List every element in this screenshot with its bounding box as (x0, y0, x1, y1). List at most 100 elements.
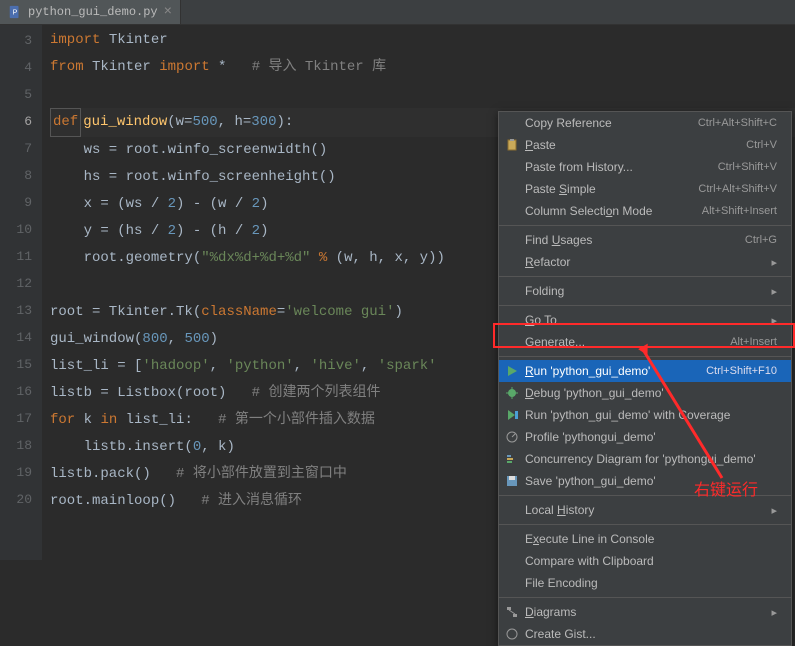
menu-item-compare-with-clipboard[interactable]: Compare with Clipboard (499, 550, 791, 572)
close-icon[interactable]: × (164, 4, 172, 20)
line-number: 9 (0, 189, 32, 216)
menu-item-copy-reference[interactable]: Copy ReferenceCtrl+Alt+Shift+C (499, 112, 791, 134)
blank-icon (503, 312, 521, 328)
gist-icon (503, 626, 521, 642)
context-menu: Copy ReferenceCtrl+Alt+Shift+CPasteCtrl+… (498, 111, 792, 646)
python-file-icon: P (8, 5, 22, 19)
blank-icon (503, 232, 521, 248)
menu-item-label: Column Selection Mode (525, 204, 702, 218)
blank-icon (503, 254, 521, 270)
menu-separator (499, 225, 791, 226)
run-icon (503, 363, 521, 379)
blank-icon (503, 502, 521, 518)
svg-text:P: P (13, 10, 18, 17)
runcov-icon (503, 407, 521, 423)
menu-item-paste[interactable]: PasteCtrl+V (499, 134, 791, 156)
blank-icon (503, 283, 521, 299)
blank-icon (503, 203, 521, 219)
menu-item-label: Generate... (525, 335, 730, 349)
menu-item-label: Go To (525, 313, 771, 327)
menu-separator (499, 276, 791, 277)
menu-item-label: Run 'python_gui_demo' with Coverage (525, 408, 777, 422)
menu-item-file-encoding[interactable]: File Encoding (499, 572, 791, 594)
diagram-icon (503, 604, 521, 620)
menu-item-find-usages[interactable]: Find UsagesCtrl+G (499, 229, 791, 251)
menu-item-profile-pythongui-demo[interactable]: Profile 'pythongui_demo' (499, 426, 791, 448)
profile-icon (503, 429, 521, 445)
menu-item-label: File Encoding (525, 576, 777, 590)
line-number: 20 (0, 486, 32, 513)
menu-item-concurrency-diagram-for-pythongui-demo[interactable]: Concurrency Diagram for 'pythongui_demo' (499, 448, 791, 470)
tab-filename: python_gui_demo.py (28, 5, 158, 19)
menu-item-run-python-gui-demo-with-coverage[interactable]: Run 'python_gui_demo' with Coverage (499, 404, 791, 426)
menu-item-execute-line-in-console[interactable]: Execute Line in Console (499, 528, 791, 550)
menu-item-label: Create Gist... (525, 627, 777, 641)
submenu-arrow-icon: ▸ (771, 314, 777, 327)
menu-item-label: Paste (525, 138, 746, 152)
file-tab[interactable]: P python_gui_demo.py × (0, 0, 181, 24)
menu-item-folding[interactable]: Folding▸ (499, 280, 791, 302)
menu-item-label: Copy Reference (525, 116, 698, 130)
menu-shortcut: Ctrl+Shift+F10 (706, 365, 777, 377)
line-number: 8 (0, 162, 32, 189)
menu-shortcut: Ctrl+Alt+Shift+V (698, 183, 777, 195)
line-number: 3 (0, 27, 32, 54)
menu-shortcut: Alt+Insert (730, 336, 777, 348)
menu-item-label: Diagrams (525, 605, 771, 619)
blank-icon (503, 159, 521, 175)
menu-item-paste-simple[interactable]: Paste SimpleCtrl+Alt+Shift+V (499, 178, 791, 200)
line-number: 6 (0, 108, 32, 135)
line-number: 10 (0, 216, 32, 243)
menu-item-paste-from-history[interactable]: Paste from History...Ctrl+Shift+V (499, 156, 791, 178)
line-number: 12 (0, 270, 32, 297)
line-number: 4 (0, 54, 32, 81)
menu-item-local-history[interactable]: Local History▸ (499, 499, 791, 521)
menu-item-create-gist[interactable]: Create Gist... (499, 623, 791, 645)
paste-icon (503, 137, 521, 153)
menu-separator (499, 305, 791, 306)
menu-item-refactor[interactable]: Refactor▸ (499, 251, 791, 273)
menu-item-go-to[interactable]: Go To▸ (499, 309, 791, 331)
menu-item-label: Debug 'python_gui_demo' (525, 386, 777, 400)
menu-item-label: Paste from History... (525, 160, 718, 174)
line-number: 5 (0, 81, 32, 108)
line-number: 13 (0, 297, 32, 324)
line-number: 16 (0, 378, 32, 405)
line-number: 19 (0, 459, 32, 486)
line-number: 18 (0, 432, 32, 459)
code-line (50, 81, 795, 108)
menu-item-label: Concurrency Diagram for 'pythongui_demo' (525, 452, 777, 466)
code-line: from Tkinter import * # 导入 Tkinter 库 (50, 54, 795, 81)
menu-item-label: Execute Line in Console (525, 532, 777, 546)
menu-separator (499, 356, 791, 357)
submenu-arrow-icon: ▸ (771, 285, 777, 298)
menu-item-label: Local History (525, 503, 771, 517)
menu-separator (499, 524, 791, 525)
submenu-arrow-icon: ▸ (771, 606, 777, 619)
menu-item-label: Refactor (525, 255, 771, 269)
code-line: import Tkinter (50, 27, 795, 54)
menu-item-label: Run 'python_gui_demo' (525, 364, 706, 378)
menu-item-diagrams[interactable]: Diagrams▸ (499, 601, 791, 623)
menu-shortcut: Ctrl+V (746, 139, 777, 151)
blank-icon (503, 334, 521, 350)
line-number: 15 (0, 351, 32, 378)
menu-item-label: Folding (525, 284, 771, 298)
line-number: 17 (0, 405, 32, 432)
annotation-text: 右键运行 (694, 476, 758, 500)
line-number: 14 (0, 324, 32, 351)
menu-item-label: Paste Simple (525, 182, 698, 196)
blank-icon (503, 531, 521, 547)
menu-item-debug-python-gui-demo[interactable]: Debug 'python_gui_demo' (499, 382, 791, 404)
line-number: 11 (0, 243, 32, 270)
menu-shortcut: Ctrl+G (745, 234, 777, 246)
menu-shortcut: Ctrl+Shift+V (718, 161, 777, 173)
menu-shortcut: Alt+Shift+Insert (702, 205, 777, 217)
blank-icon (503, 575, 521, 591)
concur-icon (503, 451, 521, 467)
menu-separator (499, 597, 791, 598)
menu-item-generate[interactable]: Generate...Alt+Insert (499, 331, 791, 353)
menu-item-run-python-gui-demo[interactable]: Run 'python_gui_demo'Ctrl+Shift+F10 (499, 360, 791, 382)
menu-item-label: Find Usages (525, 233, 745, 247)
menu-item-column-selection-mode[interactable]: Column Selection ModeAlt+Shift+Insert (499, 200, 791, 222)
